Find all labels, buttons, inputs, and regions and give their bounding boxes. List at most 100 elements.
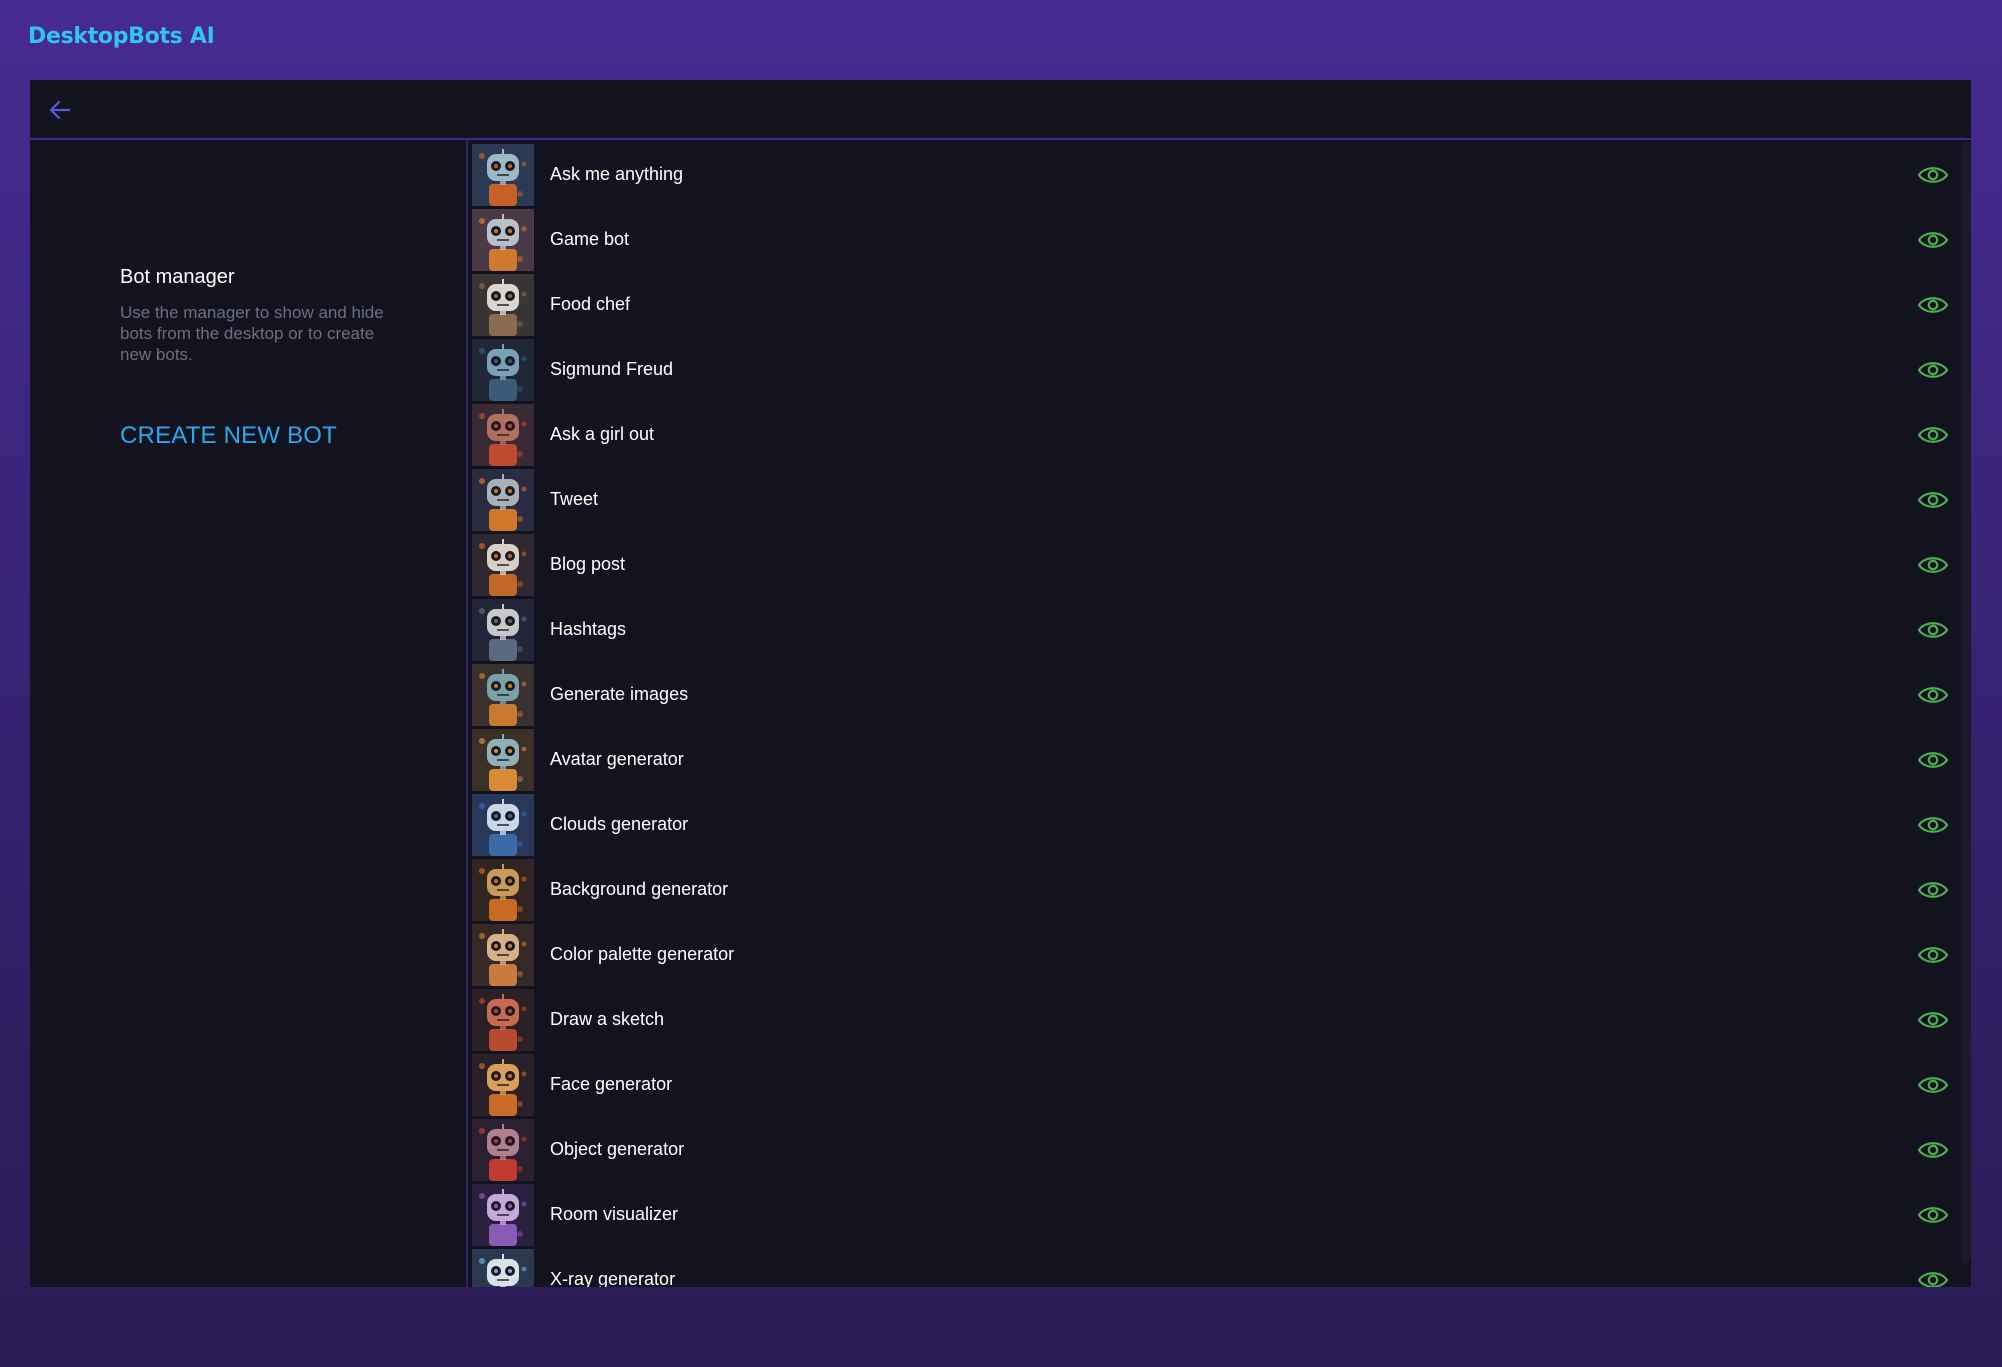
- bot-name: Generate images: [550, 684, 689, 704]
- bot-avatar: [472, 208, 534, 271]
- bot-manager-window: Bot manager Use the manager to show and …: [30, 80, 1971, 1287]
- scrollbar[interactable]: [1961, 142, 1971, 1262]
- bot-list-item[interactable]: Draw a sketch: [470, 987, 1950, 1052]
- bot-name: Face generator: [550, 1074, 673, 1094]
- bot-avatar: [472, 598, 534, 661]
- bot-list-item[interactable]: Object generator: [470, 1117, 1950, 1182]
- visibility-toggle-button[interactable]: [1916, 548, 1950, 582]
- sidebar-title: Bot manager: [120, 266, 235, 288]
- bot-list-item[interactable]: Hashtags: [470, 597, 1950, 662]
- eye-icon: [1917, 752, 1949, 768]
- bot-name: Background generator: [550, 879, 729, 899]
- eye-icon: [1917, 1142, 1949, 1158]
- visibility-toggle-button[interactable]: [1916, 223, 1950, 257]
- visibility-toggle-button[interactable]: [1916, 873, 1950, 907]
- eye-icon: [1917, 622, 1949, 638]
- bot-name: Draw a sketch: [550, 1009, 665, 1029]
- sidebar: Bot manager Use the manager to show and …: [30, 140, 468, 1287]
- back-button[interactable]: [44, 94, 76, 126]
- eye-icon: [1917, 492, 1949, 508]
- visibility-toggle-button[interactable]: [1916, 938, 1950, 972]
- bot-list-item[interactable]: Color palette generator: [470, 922, 1950, 987]
- eye-icon: [1917, 167, 1949, 183]
- bot-list-item[interactable]: Sigmund Freud: [470, 337, 1950, 402]
- create-new-bot-button[interactable]: CREATE NEW BOT: [120, 422, 337, 450]
- top-toolbar: [30, 80, 1971, 140]
- eye-icon: [1917, 557, 1949, 573]
- bot-name: Blog post: [550, 554, 626, 574]
- visibility-toggle-button[interactable]: [1916, 613, 1950, 647]
- eye-icon: [1917, 947, 1949, 963]
- bot-name: Room visualizer: [550, 1204, 679, 1224]
- eye-icon: [1917, 1077, 1949, 1093]
- bot-avatar: [472, 923, 534, 986]
- bot-name: Avatar generator: [550, 749, 684, 769]
- bot-avatar: [472, 1053, 534, 1116]
- visibility-toggle-button[interactable]: [1916, 1003, 1950, 1037]
- bot-list-item[interactable]: X-ray generator: [470, 1247, 1950, 1287]
- visibility-toggle-button[interactable]: [1916, 353, 1950, 387]
- bot-name: Color palette generator: [550, 944, 735, 964]
- bot-avatar: [472, 663, 534, 726]
- bot-name: Clouds generator: [550, 814, 689, 834]
- bot-name: Tweet: [550, 489, 599, 509]
- bot-avatar: [472, 468, 534, 531]
- bot-avatar: [472, 1118, 534, 1181]
- bot-list-item[interactable]: Clouds generator: [470, 792, 1950, 857]
- eye-icon: [1917, 817, 1949, 833]
- bot-avatar: [472, 403, 534, 466]
- visibility-toggle-button[interactable]: [1916, 1068, 1950, 1102]
- bot-avatar: [472, 793, 534, 856]
- visibility-toggle-button[interactable]: [1916, 418, 1950, 452]
- eye-icon: [1917, 1207, 1949, 1223]
- visibility-toggle-button[interactable]: [1916, 483, 1950, 517]
- bot-avatar: [472, 1183, 534, 1246]
- eye-icon: [1917, 427, 1949, 443]
- bot-avatar: [472, 143, 534, 206]
- bot-avatar: [472, 533, 534, 596]
- bot-name: Ask a girl out: [550, 424, 655, 444]
- bot-list-item[interactable]: Game bot: [470, 207, 1950, 272]
- bot-list-item[interactable]: Avatar generator: [470, 727, 1950, 792]
- bot-list-item[interactable]: Blog post: [470, 532, 1950, 597]
- bot-list-item[interactable]: Ask me anything: [470, 142, 1950, 207]
- app-title: DesktopBots AI: [28, 24, 215, 49]
- visibility-toggle-button[interactable]: [1916, 158, 1950, 192]
- bot-list-item[interactable]: Ask a girl out: [470, 402, 1950, 467]
- bot-name: Food chef: [550, 294, 631, 314]
- visibility-toggle-button[interactable]: [1916, 743, 1950, 777]
- bot-avatar: [472, 858, 534, 921]
- visibility-toggle-button[interactable]: [1916, 288, 1950, 322]
- eye-icon: [1917, 1272, 1949, 1287]
- eye-icon: [1917, 362, 1949, 378]
- eye-icon: [1917, 1012, 1949, 1028]
- bot-avatar: [472, 988, 534, 1051]
- bot-avatar: [472, 273, 534, 336]
- eye-icon: [1917, 687, 1949, 703]
- bot-list-item[interactable]: Room visualizer: [470, 1182, 1950, 1247]
- bot-avatar: [472, 728, 534, 791]
- bot-name: Sigmund Freud: [550, 359, 674, 379]
- eye-icon: [1917, 882, 1949, 898]
- visibility-toggle-button[interactable]: [1916, 808, 1950, 842]
- sidebar-description: Use the manager to show and hide bots fr…: [120, 303, 384, 364]
- bot-list-item[interactable]: Generate images: [470, 662, 1950, 727]
- bot-avatar: [472, 338, 534, 401]
- bot-name: Object generator: [550, 1139, 685, 1159]
- bot-name: Ask me anything: [550, 164, 684, 184]
- visibility-toggle-button[interactable]: [1916, 678, 1950, 712]
- bot-list-item[interactable]: Background generator: [470, 857, 1950, 922]
- bot-name: Game bot: [550, 229, 630, 249]
- bot-name: Hashtags: [550, 619, 627, 639]
- bot-list-item[interactable]: Tweet: [470, 467, 1950, 532]
- visibility-toggle-button[interactable]: [1916, 1198, 1950, 1232]
- bot-list-item[interactable]: Face generator: [470, 1052, 1950, 1117]
- bot-list-item[interactable]: Food chef: [470, 272, 1950, 337]
- eye-icon: [1917, 232, 1949, 248]
- visibility-toggle-button[interactable]: [1916, 1263, 1950, 1287]
- visibility-toggle-button[interactable]: [1916, 1133, 1950, 1167]
- eye-icon: [1917, 297, 1949, 313]
- arrow-left-icon: [49, 100, 71, 120]
- bot-name: X-ray generator: [550, 1269, 676, 1287]
- bot-list: Ask me anything Game bot Food chef Sigmund …: [470, 142, 1950, 1287]
